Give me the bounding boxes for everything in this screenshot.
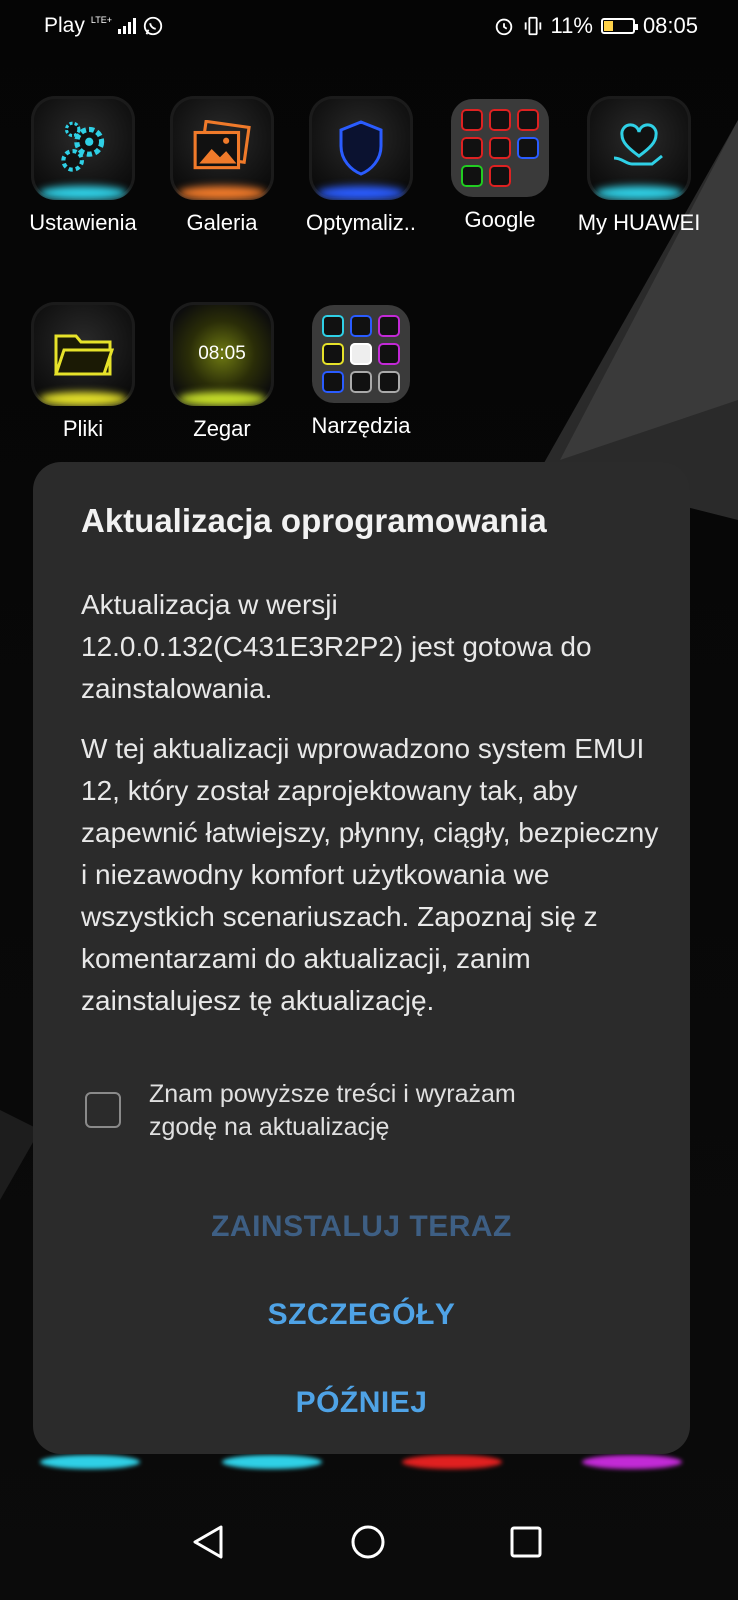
app-optymalizator[interactable]: Optymaliz.. [291, 96, 431, 236]
update-version-text: Aktualizacja w wersji 12.0.0.132(C431E3R… [81, 589, 592, 704]
details-button[interactable]: SZCZEGÓŁY [33, 1298, 690, 1332]
dock-app-glow [582, 1455, 682, 1469]
vibrate-icon [524, 16, 541, 36]
folder-narzedzia[interactable]: Narzędzia [291, 302, 431, 439]
back-icon[interactable] [191, 1524, 225, 1560]
network-type: LTE+ [90, 14, 112, 25]
clock-widget-time: 08:05 [198, 343, 246, 364]
app-label: Optymaliz.. [305, 210, 417, 235]
heart-hand-icon [587, 96, 691, 200]
consent-row[interactable]: Znam powyższe treści i wyrażam zgodę na … [85, 1078, 589, 1144]
dialog-title: Aktualizacja oprogramowania [81, 502, 547, 539]
app-label: Ustawienia [29, 210, 137, 235]
app-label: Pliki [62, 416, 104, 441]
folder-google[interactable]: Google [430, 96, 570, 233]
update-description-text: W tej aktualizacji wprowadzono system EM… [81, 733, 659, 1016]
app-my-huawei[interactable]: My HUAWEI [569, 96, 709, 236]
battery-percent: 11% [550, 13, 593, 38]
dialog-body: Aktualizacja w wersji 12.0.0.132(C431E3R… [81, 584, 661, 1040]
gallery-photos-icon [170, 96, 274, 200]
app-zegar[interactable]: 08:05 Zegar [152, 302, 292, 442]
folder-files-icon [31, 302, 135, 406]
clock-icon: 08:05 [170, 302, 274, 406]
consent-checkbox[interactable] [85, 1092, 121, 1128]
later-button[interactable]: PÓŹNIEJ [33, 1386, 690, 1420]
signal-icon [117, 18, 136, 34]
app-galeria[interactable]: Galeria [152, 96, 292, 236]
app-label: Narzędzia [311, 413, 411, 438]
clock-time: 08:05 [642, 13, 698, 38]
software-update-dialog: Aktualizacja oprogramowania Aktualizacja… [33, 462, 690, 1454]
folder-icon [312, 305, 410, 403]
consent-label: Znam powyższe treści i wyrażam zgodę na … [149, 1080, 516, 1141]
app-label: Galeria [186, 210, 258, 235]
dock-app-glow [402, 1455, 502, 1469]
home-icon[interactable] [350, 1524, 386, 1560]
folder-icon [451, 99, 549, 197]
recents-icon[interactable] [510, 1524, 542, 1560]
app-pliki[interactable]: Pliki [13, 302, 153, 442]
whatsapp-icon [143, 16, 163, 36]
carrier-label: Play [44, 14, 85, 37]
shield-icon [309, 96, 413, 200]
alarm-icon [495, 18, 512, 36]
app-label: Zegar [193, 416, 251, 441]
app-ustawienia[interactable]: Ustawienia [13, 96, 153, 236]
app-label: My HUAWEI [577, 210, 701, 235]
dock-app-glow [222, 1455, 322, 1469]
install-now-button[interactable]: ZAINSTALUJ TERAZ [33, 1210, 690, 1244]
navigation-bar [0, 1490, 738, 1600]
app-label: Google [464, 207, 536, 232]
settings-gears-icon [31, 96, 135, 200]
battery-icon [600, 18, 638, 34]
dock-app-glow [40, 1455, 140, 1469]
status-bar: Play LTE+ 11% 08:05 [0, 0, 738, 54]
